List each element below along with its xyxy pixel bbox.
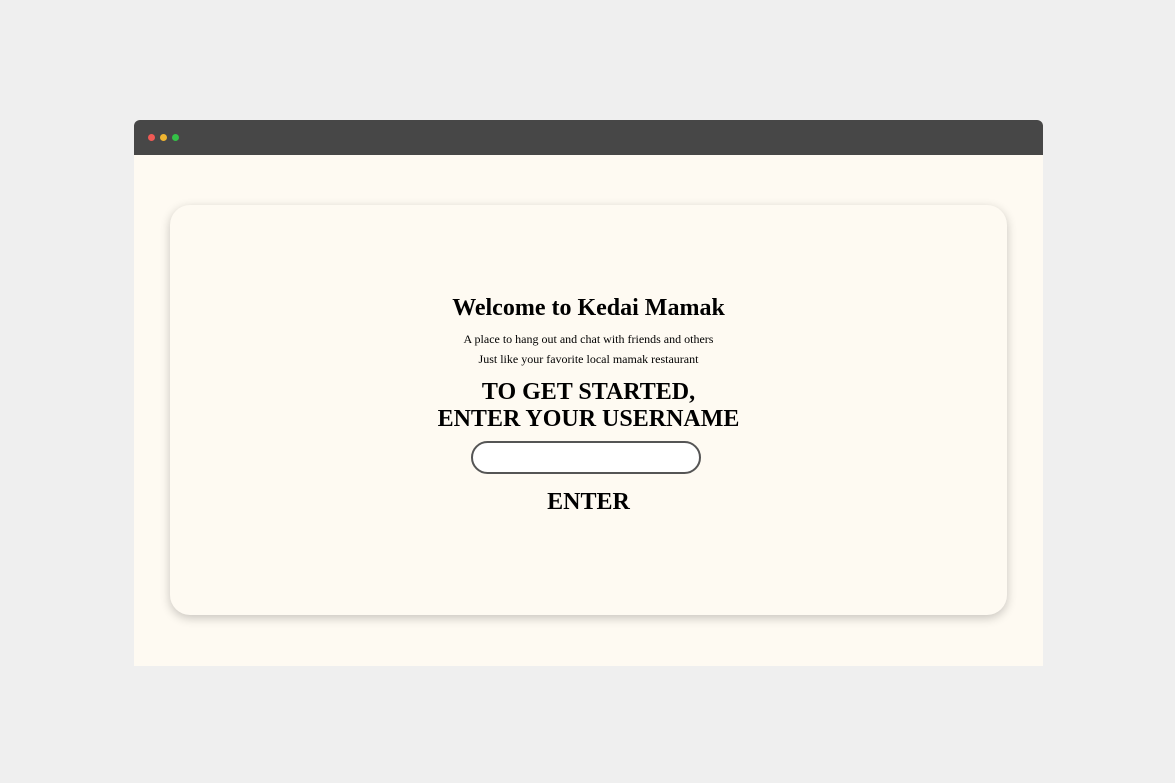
close-window-icon[interactable] [148,134,155,141]
window-titlebar [134,120,1043,155]
subtitle-line-1: A place to hang out and chat with friend… [463,332,714,346]
browser-window: Welcome to Kedai Mamak A place to hang o… [134,120,1043,666]
enter-button[interactable]: ENTER [170,487,1007,517]
page-title: Welcome to Kedai Mamak [452,295,725,321]
subtitle-line-2: Just like your favorite local mamak rest… [478,352,699,366]
prompt-line-1: TO GET STARTED, [481,379,696,405]
welcome-card: Welcome to Kedai Mamak A place to hang o… [170,205,1007,615]
maximize-window-icon[interactable] [172,134,179,141]
minimize-window-icon[interactable] [160,134,167,141]
page-viewport: Welcome to Kedai Mamak A place to hang o… [134,155,1043,666]
username-input[interactable] [471,441,701,474]
prompt-line-2: ENTER YOUR USERNAME [437,406,740,432]
